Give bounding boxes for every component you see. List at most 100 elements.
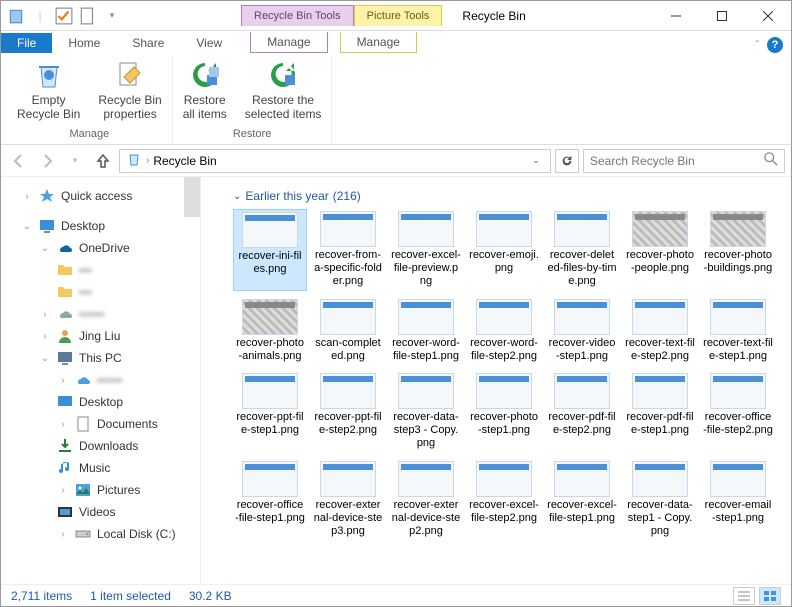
nav-this-pc[interactable]: ⌄This PC — [1, 347, 200, 369]
file-thumbnail — [398, 211, 454, 247]
nav-local-disk[interactable]: ›Local Disk (C:) — [1, 523, 200, 545]
star-icon — [39, 188, 55, 204]
user-icon — [57, 328, 73, 344]
file-item[interactable]: recover-excel-file-step2.png — [467, 459, 541, 541]
nav-pictures[interactable]: ›Pictures — [1, 479, 200, 501]
close-button[interactable] — [745, 1, 791, 31]
search-box[interactable] — [583, 149, 785, 173]
nav-desktop[interactable]: ⌄Desktop — [1, 215, 200, 237]
file-thumbnail — [476, 299, 532, 335]
file-item[interactable]: scan-completed.png — [311, 297, 385, 365]
restore-selected-button[interactable]: Restore the selected items — [241, 57, 326, 124]
recent-locations-button[interactable]: ▾ — [63, 149, 87, 173]
recycle-bin-icon — [33, 59, 65, 91]
forward-button[interactable] — [35, 149, 59, 173]
file-item[interactable]: recover-photo-step1.png — [467, 371, 541, 453]
file-item[interactable]: recover-ppt-file-step2.png — [311, 371, 385, 453]
tab-manage-picture[interactable]: Manage — [340, 32, 417, 53]
file-item[interactable]: recover-ini-files.png — [233, 209, 307, 291]
thumbnails-view-button[interactable] — [759, 587, 781, 605]
file-item[interactable]: recover-word-file-step1.png — [389, 297, 463, 365]
chevron-down-icon[interactable]: ⌄ — [39, 353, 51, 364]
tab-share[interactable]: Share — [116, 33, 180, 53]
nav-onedrive-folder-1[interactable]: ▪▪▪ — [1, 259, 200, 281]
empty-recycle-bin-label: Empty Recycle Bin — [17, 93, 80, 122]
nav-desktop-2[interactable]: Desktop — [1, 391, 200, 413]
file-item[interactable]: recover-photo-people.png — [623, 209, 697, 291]
address-dropdown-icon[interactable]: ⌄ — [524, 149, 548, 173]
file-item[interactable]: recover-office-file-step1.png — [233, 459, 307, 541]
file-label: recover-ppt-file-step1.png — [235, 411, 305, 437]
nav-documents[interactable]: ›Documents — [1, 413, 200, 435]
file-label: recover-ppt-file-step2.png — [313, 411, 383, 437]
properties-qat-icon[interactable] — [79, 7, 97, 25]
tab-view[interactable]: View — [180, 33, 238, 53]
nav-music[interactable]: Music — [1, 457, 200, 479]
qat-dropdown-icon[interactable]: ▾ — [103, 7, 121, 25]
nav-cloud-drive[interactable]: ›▪▪▪▪▪▪ — [1, 369, 200, 391]
file-item[interactable]: recover-ppt-file-step1.png — [233, 371, 307, 453]
file-thumbnail — [554, 211, 610, 247]
chevron-down-icon[interactable]: ⌄ — [39, 243, 51, 254]
empty-recycle-bin-button[interactable]: Empty Recycle Bin — [13, 57, 84, 124]
file-item[interactable]: recover-pdf-file-step2.png — [545, 371, 619, 453]
recycle-bin-properties-button[interactable]: Recycle Bin properties — [94, 57, 165, 124]
nav-quick-access[interactable]: ›Quick access — [1, 185, 200, 207]
search-input[interactable] — [584, 154, 758, 168]
file-item[interactable]: recover-external-device-step2.png — [389, 459, 463, 541]
file-item[interactable]: recover-emoji.png — [467, 209, 541, 291]
file-label: recover-external-device-step3.png — [313, 499, 383, 539]
onedrive-icon — [57, 240, 73, 256]
documents-icon — [75, 416, 91, 432]
onedrive-icon — [57, 306, 73, 322]
file-list-pane[interactable]: ⌄ Earlier this year (216) recover-ini-fi… — [201, 177, 791, 584]
breadcrumb-location[interactable]: Recycle Bin — [149, 154, 220, 168]
up-button[interactable] — [91, 149, 115, 173]
nav-onedrive-folder-2[interactable]: ▪▪▪ — [1, 281, 200, 303]
refresh-button[interactable] — [555, 149, 579, 173]
properties-icon — [114, 59, 146, 91]
search-icon[interactable] — [758, 152, 784, 169]
file-item[interactable]: recover-email-step1.png — [701, 459, 775, 541]
file-item[interactable]: recover-external-device-step3.png — [311, 459, 385, 541]
file-item[interactable]: recover-text-file-step2.png — [623, 297, 697, 365]
tab-manage-recycle[interactable]: Manage — [250, 32, 327, 53]
details-view-button[interactable] — [733, 587, 755, 605]
group-header[interactable]: ⌄ Earlier this year (216) — [233, 183, 781, 209]
nav-onedrive[interactable]: ⌄OneDrive — [1, 237, 200, 259]
file-item[interactable]: recover-pdf-file-step1.png — [623, 371, 697, 453]
file-item[interactable]: recover-photo-buildings.png — [701, 209, 775, 291]
checkbox-qat-icon[interactable] — [55, 7, 73, 25]
file-item[interactable]: recover-office-file-step2.png — [701, 371, 775, 453]
nav-downloads[interactable]: Downloads — [1, 435, 200, 457]
tab-home[interactable]: Home — [52, 33, 116, 53]
nav-onedrive-personal[interactable]: ›▪▪▪▪▪▪ — [1, 303, 200, 325]
chevron-right-icon[interactable]: › — [21, 191, 33, 202]
file-item[interactable]: recover-from-a-specific-folder.png — [311, 209, 385, 291]
chevron-down-icon[interactable]: ⌄ — [21, 221, 33, 232]
minimize-button[interactable] — [653, 1, 699, 31]
file-item[interactable]: recover-photo-animals.png — [233, 297, 307, 365]
context-tab-recycle[interactable]: Recycle Bin Tools — [241, 5, 354, 26]
nav-videos[interactable]: Videos — [1, 501, 200, 523]
file-label: recover-word-file-step2.png — [469, 337, 539, 363]
maximize-button[interactable] — [699, 1, 745, 31]
file-item[interactable]: recover-excel-file-step1.png — [545, 459, 619, 541]
file-item[interactable]: recover-text-file-step1.png — [701, 297, 775, 365]
chevron-down-icon[interactable]: ⌄ — [233, 191, 241, 202]
nav-user-folder[interactable]: ›Jing Liu — [1, 325, 200, 347]
help-icon[interactable]: ? — [767, 37, 783, 53]
file-item[interactable]: recover-data-step1 - Copy.png — [623, 459, 697, 541]
file-item[interactable]: recover-word-file-step2.png — [467, 297, 541, 365]
context-tab-picture[interactable]: Picture Tools — [354, 5, 443, 26]
file-item[interactable]: recover-deleted-files-by-time.png — [545, 209, 619, 291]
file-item[interactable]: recover-video-step1.png — [545, 297, 619, 365]
file-thumbnail — [554, 461, 610, 497]
file-item[interactable]: recover-data-step3 - Copy.png — [389, 371, 463, 453]
back-button[interactable] — [7, 149, 31, 173]
file-item[interactable]: recover-excel-file-preview.png — [389, 209, 463, 291]
collapse-ribbon-icon[interactable]: ˆ — [756, 40, 759, 51]
address-bar[interactable]: › Recycle Bin ⌄ — [119, 149, 551, 173]
tab-file[interactable]: File — [1, 33, 52, 53]
restore-all-button[interactable]: Restore all items — [179, 57, 231, 124]
